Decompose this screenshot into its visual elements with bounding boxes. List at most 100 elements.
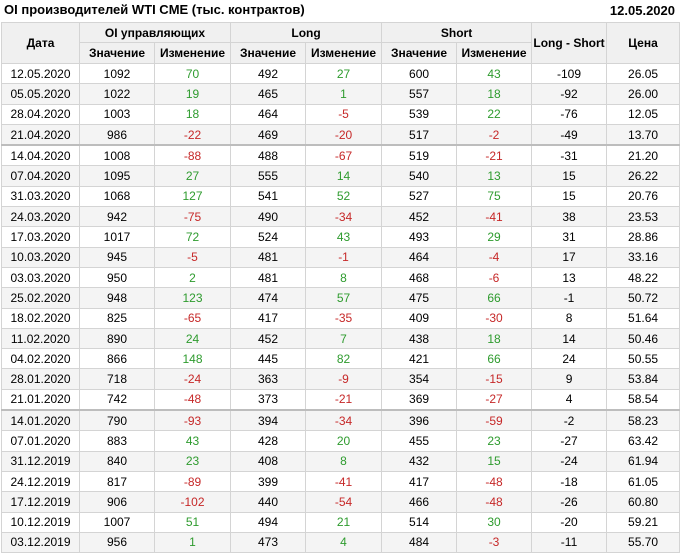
cell-short-change: 66: [456, 348, 533, 370]
cell-price: 20.76: [606, 185, 680, 208]
col-header-long-short: Long - Short: [531, 22, 608, 64]
table-row: 07.04.2020 1095 27 555 14 540 13 15 26.22: [1, 165, 680, 187]
cell-long-change: 8: [305, 450, 383, 472]
cell-short-change: -48: [456, 470, 533, 493]
col-header-short-change: Изменение: [456, 42, 533, 64]
cell-long-short: -92: [531, 83, 608, 105]
table-row: 24.03.2020 942 -75 490 -34 452 -41 38 23.53: [1, 206, 680, 228]
cell-oi-change: -75: [153, 206, 232, 228]
cell-long-short: 24: [531, 348, 608, 370]
table-row: 10.12.2019 1007 51 494 21 514 30 -20 59.21: [1, 511, 680, 533]
cell-long-change: 20: [305, 430, 383, 452]
cell-long-change: 82: [305, 348, 383, 370]
cell-long-change: -34: [305, 206, 383, 228]
cell-date: 17.12.2019: [1, 491, 80, 513]
cell-date: 17.03.2020: [1, 226, 80, 248]
cell-long-change: 4: [305, 531, 383, 553]
cell-oi-change: 51: [153, 511, 232, 533]
cell-long-short: 8: [531, 307, 608, 329]
cell-long-short: 13: [531, 266, 608, 289]
cell-price: 51.64: [606, 307, 680, 329]
cot-table: Дата OI управляющих Long Short Long - Sh…: [1, 22, 680, 553]
cell-short-value: 421: [381, 348, 458, 370]
cell-short-change: 30: [456, 511, 533, 533]
cell-short-value: 600: [381, 62, 458, 85]
table-row: 21.04.2020 986 -22 469 -20 517 -2 -49 13.70: [1, 123, 680, 146]
cell-long-value: 394: [230, 409, 307, 432]
cell-price: 61.05: [606, 470, 680, 493]
cell-long-short: 17: [531, 246, 608, 268]
cell-oi-value: 986: [79, 123, 155, 146]
cell-date: 18.02.2020: [1, 307, 80, 329]
cell-short-value: 466: [381, 491, 458, 513]
cell-long-short: -27: [531, 430, 608, 452]
cell-short-value: 539: [381, 103, 458, 125]
cell-short-change: -3: [456, 531, 533, 553]
table-row: 24.12.2019 817 -89 399 -41 417 -48 -18 61.05: [1, 470, 680, 493]
cell-long-value: 473: [230, 531, 307, 553]
cell-date: 31.12.2019: [1, 450, 80, 472]
cell-oi-value: 956: [79, 531, 155, 553]
col-header-price: Цена: [606, 22, 680, 64]
table-row: 21.01.2020 742 -48 373 -21 369 -27 4 58.54: [1, 388, 680, 411]
cell-short-change: 18: [456, 327, 533, 350]
cell-date: 07.04.2020: [1, 165, 80, 187]
cell-long-short: -11: [531, 531, 608, 553]
cell-short-value: 452: [381, 206, 458, 228]
cell-date: 10.03.2020: [1, 246, 80, 268]
cell-price: 48.22: [606, 266, 680, 289]
cell-long-value: 541: [230, 185, 307, 208]
table-row: 28.04.2020 1003 18 464 -5 539 22 -76 12.05: [1, 103, 680, 125]
cell-long-change: 1: [305, 83, 383, 105]
cell-date: 21.01.2020: [1, 388, 80, 411]
cell-long-value: 408: [230, 450, 307, 472]
table-row: 05.05.2020 1022 19 465 1 557 18 -92 26.00: [1, 83, 680, 105]
cell-long-short: 31: [531, 226, 608, 248]
cell-oi-change: -93: [153, 409, 232, 432]
cell-short-change: -59: [456, 409, 533, 432]
col-group-oi: OI управляющих: [78, 22, 232, 43]
cell-date: 31.03.2020: [1, 185, 80, 208]
cell-long-change: -41: [305, 470, 383, 493]
col-group-short: Short: [381, 22, 533, 43]
table-row: 07.01.2020 883 43 428 20 455 23 -27 63.42: [1, 430, 680, 452]
cell-oi-change: 72: [153, 226, 232, 248]
cell-oi-value: 945: [79, 246, 155, 268]
cell-price: 50.46: [606, 327, 680, 350]
cell-date: 28.01.2020: [1, 368, 80, 390]
cell-long-value: 428: [230, 430, 307, 452]
cell-price: 13.70: [606, 123, 680, 146]
table-row: 14.04.2020 1008 -88 488 -67 519 -21 -31 21.20: [1, 144, 680, 167]
cell-oi-change: -22: [153, 123, 232, 146]
cell-short-value: 514: [381, 511, 458, 533]
cell-short-value: 517: [381, 123, 458, 146]
cell-price: 55.70: [606, 531, 680, 553]
cell-price: 21.20: [606, 144, 680, 167]
cell-short-change: -41: [456, 206, 533, 228]
cell-oi-value: 1068: [79, 185, 155, 208]
cell-short-change: 43: [456, 62, 533, 85]
table-row: 12.05.2020 1092 70 492 27 600 43 -109 26.05: [1, 62, 680, 85]
cell-oi-value: 718: [79, 368, 155, 390]
cell-oi-value: 950: [79, 266, 155, 289]
cell-oi-value: 790: [79, 409, 155, 432]
cell-oi-value: 1092: [79, 62, 155, 85]
cell-long-value: 399: [230, 470, 307, 493]
cell-oi-value: 742: [79, 388, 155, 411]
report-title: OI производителей WTI CME (тыс. контракт…: [4, 2, 305, 17]
cell-price: 50.72: [606, 287, 680, 309]
cell-date: 04.02.2020: [1, 348, 80, 370]
cell-price: 53.84: [606, 368, 680, 390]
cell-oi-change: 27: [153, 165, 232, 187]
table-row: 10.03.2020 945 -5 481 -1 464 -4 17 33.16: [1, 246, 680, 268]
col-header-oi-change: Изменение: [153, 42, 232, 64]
cell-long-change: -35: [305, 307, 383, 329]
cell-date: 03.12.2019: [1, 531, 80, 553]
cell-price: 26.00: [606, 83, 680, 105]
cell-long-value: 445: [230, 348, 307, 370]
cell-long-value: 452: [230, 327, 307, 350]
cell-long-value: 555: [230, 165, 307, 187]
cell-date: 05.05.2020: [1, 83, 80, 105]
cell-short-change: -2: [456, 123, 533, 146]
cell-price: 12.05: [606, 103, 680, 125]
